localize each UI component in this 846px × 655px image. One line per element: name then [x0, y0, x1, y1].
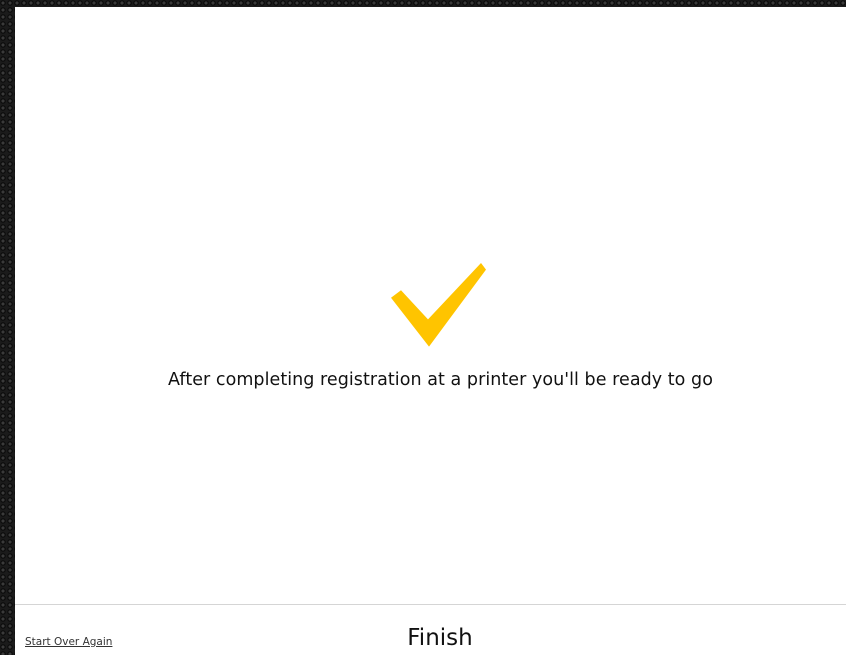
success-panel: After completing registration at a print…	[15, 7, 846, 604]
finish-button[interactable]: Finish	[375, 621, 505, 655]
check-icon	[391, 263, 486, 347]
status-message: After completing registration at a print…	[168, 370, 713, 390]
setup-window: After completing registration at a print…	[15, 7, 846, 655]
footer-bar: Start Over Again Finish	[15, 604, 846, 655]
start-over-link[interactable]: Start Over Again	[25, 636, 112, 648]
